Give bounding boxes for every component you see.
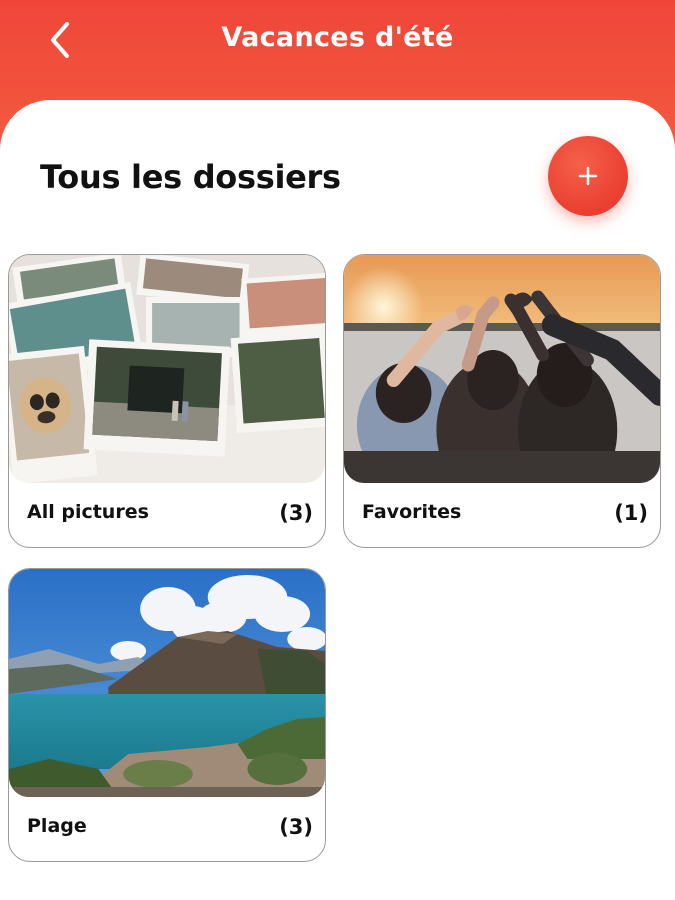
folder-card-plage[interactable]: Plage (3) [8,568,326,862]
folder-card-all-pictures[interactable]: All pictures (3) [8,254,326,548]
folder-count: (3) [279,815,313,839]
folder-count: (1) [614,501,648,525]
friends-heart-sunset-image [344,255,660,483]
folder-thumbnail [344,255,660,483]
folder-label: Favorites [362,501,462,523]
folder-label: Plage [27,815,87,837]
add-folder-button[interactable] [548,136,628,216]
plus-icon [578,166,598,186]
folder-thumbnail [9,255,325,483]
folder-count: (3) [279,501,313,525]
scattered-photos-image [9,255,325,483]
mountain-lake-image [9,569,325,797]
folder-card-favorites[interactable]: Favorites (1) [343,254,661,548]
page-title: Vacances d'été [221,22,454,53]
folder-label: All pictures [27,501,149,523]
section-title: Tous les dossiers [40,158,341,196]
folder-thumbnail [9,569,325,797]
